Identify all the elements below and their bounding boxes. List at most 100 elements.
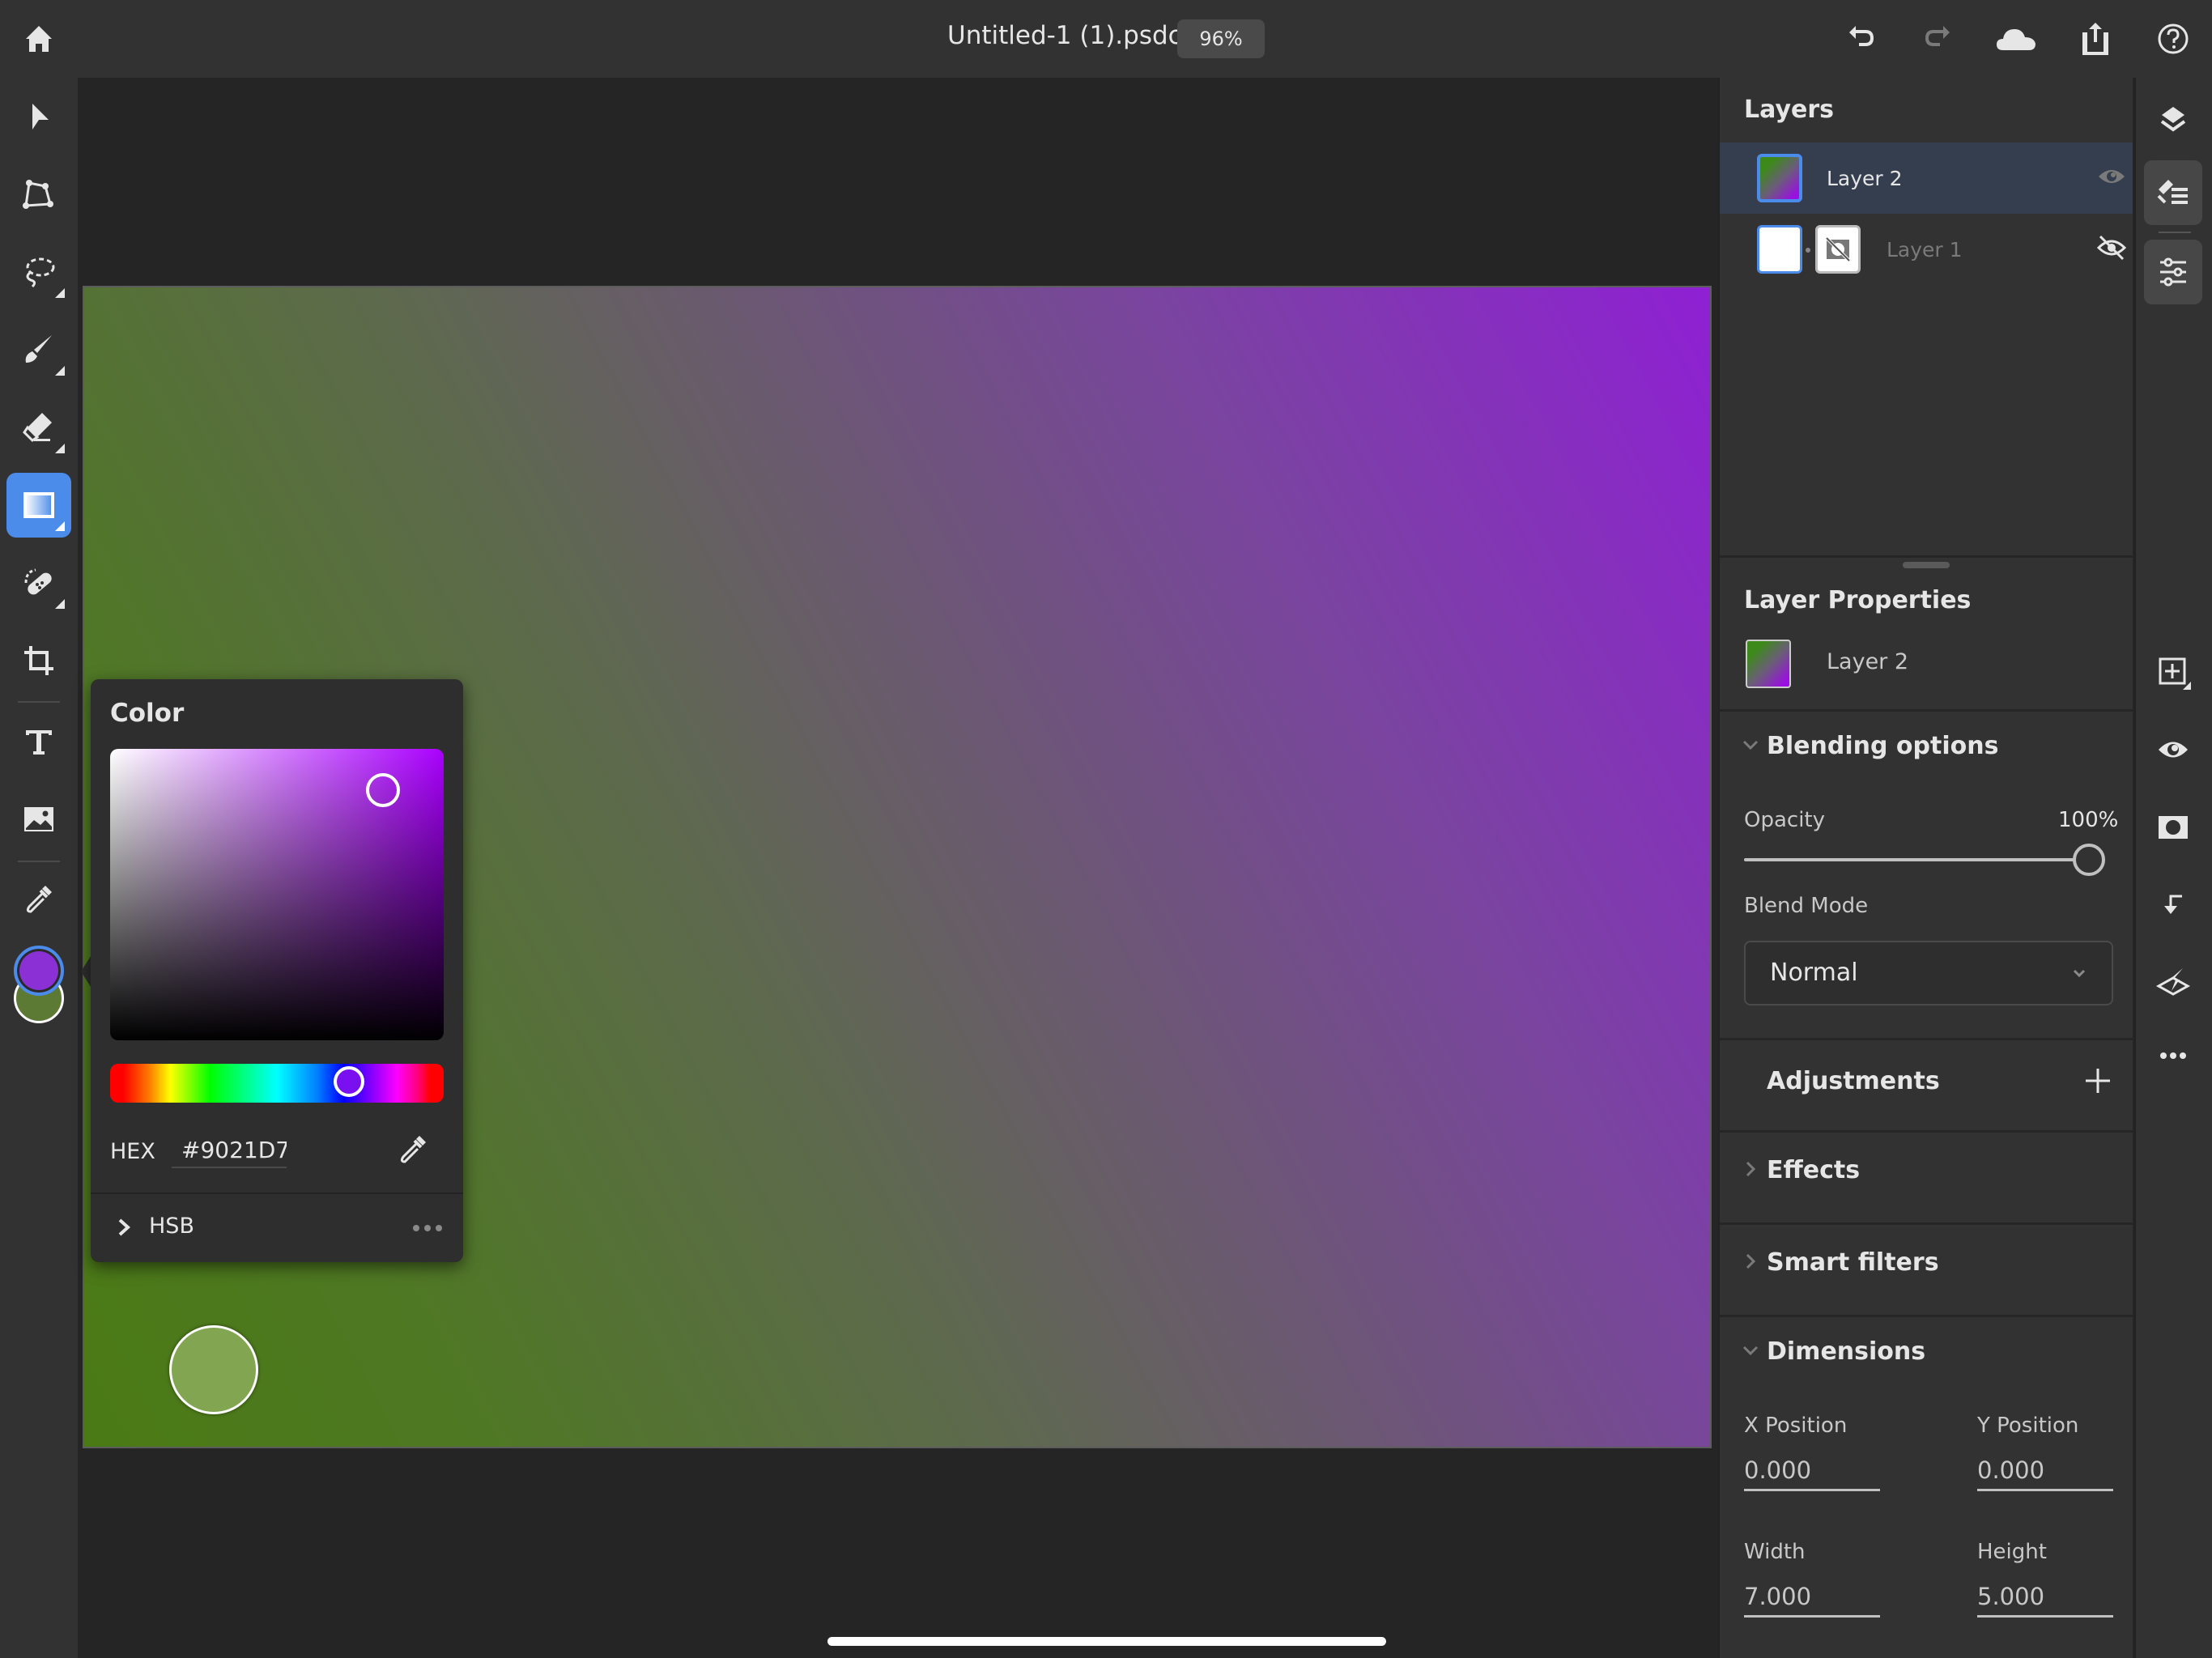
hex-input[interactable] (172, 1133, 287, 1168)
layers-panel-title: Layers (1744, 96, 1834, 124)
saturation-brightness-handle[interactable] (366, 773, 400, 807)
tool-place-image[interactable] (6, 787, 71, 852)
blend-mode-select[interactable]: Normal (1744, 941, 2113, 1005)
layer-visibility-toggle[interactable] (2097, 162, 2129, 194)
width-input[interactable] (1744, 1577, 1880, 1618)
more-icon[interactable] (411, 1220, 444, 1236)
undo-button[interactable] (1840, 18, 1882, 60)
undo-icon (1849, 26, 1874, 46)
tool-gradient[interactable] (6, 473, 71, 538)
adjust-sliders-icon (2160, 257, 2186, 287)
chevron-down-icon (1742, 740, 1759, 750)
color-popover-title: Color (110, 699, 185, 728)
layers-panel-button[interactable] (2147, 94, 2199, 146)
mask-disabled-icon (1825, 236, 1851, 262)
hue-slider-handle[interactable] (334, 1066, 364, 1097)
cloud-button[interactable] (1995, 18, 2037, 60)
clip-to-below-button[interactable] (2147, 879, 2199, 931)
visibility-icon (2159, 742, 2188, 758)
tool-healing[interactable] (6, 551, 71, 615)
opacity-slider-track[interactable] (1744, 858, 2076, 861)
home-indicator-bar[interactable] (827, 1637, 1386, 1646)
effects-header[interactable]: Effects (1720, 1132, 2133, 1221)
smart-filters-label: Smart filters (1767, 1248, 1939, 1277)
chevron-right-icon (1746, 1253, 1756, 1269)
layer-properties-name: Layer 2 (1827, 649, 1909, 674)
mask-button[interactable] (2147, 801, 2199, 853)
toolbar-divider (18, 701, 60, 703)
x-position-input[interactable] (1744, 1451, 1880, 1491)
tool-lasso[interactable] (6, 240, 71, 304)
add-layer-icon (2159, 657, 2191, 690)
foreground-color-swatch[interactable] (14, 946, 64, 996)
add-adjustment-icon[interactable] (2084, 1067, 2112, 1095)
layer-visibility-toggle[interactable] (2097, 233, 2129, 266)
redo-icon (1925, 26, 1950, 46)
tool-transform[interactable] (6, 162, 71, 227)
width-label: Width (1744, 1540, 1806, 1564)
height-input[interactable] (1977, 1577, 2113, 1618)
eyedropper-icon (400, 1136, 426, 1163)
color-popover: Color HEX HSB (91, 679, 463, 1262)
panel-divider (1720, 555, 2133, 558)
help-button[interactable] (2152, 18, 2194, 60)
layer-properties-button[interactable] (2144, 160, 2202, 225)
x-position-label: X Position (1744, 1414, 1848, 1438)
mask-icon (2159, 816, 2188, 839)
more-icon (2160, 1052, 2186, 1059)
eye-hidden-icon (2097, 235, 2126, 261)
dimensions-header[interactable]: Dimensions (1720, 1316, 2133, 1389)
eye-icon (2099, 170, 2125, 183)
home-button[interactable] (18, 18, 60, 60)
panel-resize-handle[interactable] (1903, 562, 1950, 568)
tool-brush[interactable] (6, 317, 71, 382)
more-options-button[interactable] (2147, 1030, 2199, 1082)
quick-actions-button[interactable] (2147, 957, 2199, 1009)
chevron-right-icon (1746, 1161, 1756, 1177)
blending-options-header[interactable]: Blending options (1720, 711, 2133, 780)
layer-properties-thumbnail (1746, 640, 1791, 688)
height-label: Height (1977, 1540, 2047, 1564)
share-button[interactable] (2074, 18, 2116, 60)
adjustments-label: Adjustments (1767, 1067, 1940, 1095)
tool-eraser[interactable] (6, 395, 71, 460)
hsb-section-toggle[interactable]: HSB (91, 1194, 463, 1262)
visibility-button[interactable] (2147, 724, 2199, 776)
image-icon (24, 807, 53, 831)
hsb-label: HSB (149, 1214, 194, 1239)
help-icon (2158, 23, 2189, 54)
eyedropper-icon (26, 886, 52, 913)
redo-button[interactable] (1917, 18, 1959, 60)
tool-type[interactable] (6, 709, 71, 774)
opacity-slider-handle[interactable] (2073, 844, 2105, 876)
layer-row[interactable]: Layer 1 (1720, 214, 2133, 285)
rail-divider (2159, 232, 2191, 233)
layer-thumbnail (1757, 154, 1802, 202)
quick-action-icon (2155, 968, 2191, 996)
layer-row[interactable]: Layer 2 (1720, 142, 2133, 214)
tool-bar (0, 78, 78, 1658)
zoom-level-button[interactable]: 96% (1177, 19, 1265, 58)
layer-properties-icon (2157, 180, 2188, 204)
chevron-down-icon (2073, 969, 2086, 978)
select-arrow-icon (32, 104, 49, 130)
crop-icon (24, 646, 53, 675)
tool-crop[interactable] (6, 628, 71, 693)
tool-eyedropper[interactable] (6, 866, 71, 931)
chevron-down-icon (1742, 1346, 1759, 1356)
adjustments-header[interactable]: Adjustments (1720, 1039, 2133, 1129)
document-title[interactable]: Untitled-1 (1).psdc * (947, 21, 1202, 50)
dimensions-label: Dimensions (1767, 1337, 1926, 1366)
y-position-input[interactable] (1977, 1451, 2113, 1491)
add-layer-button[interactable] (2147, 646, 2199, 698)
gradient-icon (23, 492, 54, 518)
popover-eyedropper-button[interactable] (397, 1133, 434, 1170)
tool-move[interactable] (6, 84, 71, 149)
hue-slider[interactable] (110, 1064, 444, 1103)
submenu-indicator (55, 599, 65, 609)
smart-filters-header[interactable]: Smart filters (1720, 1224, 2133, 1313)
adjustments-panel-button[interactable] (2144, 240, 2202, 304)
hex-label: HEX (110, 1139, 155, 1164)
toolbar-divider (18, 861, 60, 862)
brush-icon (25, 335, 52, 363)
